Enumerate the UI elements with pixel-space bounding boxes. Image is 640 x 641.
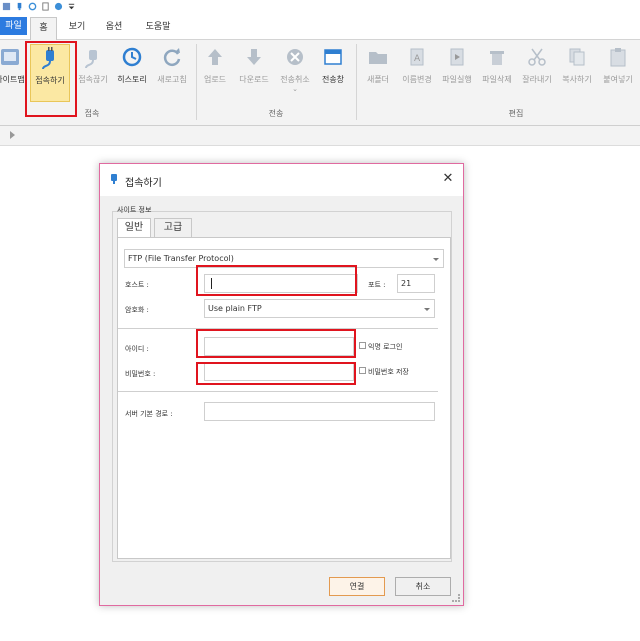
cancel-transfer-label: 전송취소 [280, 75, 310, 84]
site-info-group-label: 사이트 정보 [117, 206, 152, 214]
site-map-button[interactable]: 사이트맵 [0, 44, 26, 102]
cancel-button[interactable]: 취소 [395, 577, 451, 596]
run-file-icon [450, 48, 464, 66]
highlight-password-input [196, 362, 356, 385]
run-file-button[interactable]: 파일실행 [438, 44, 476, 102]
copy-icon [569, 48, 585, 66]
download-label: 다운로드 [239, 75, 269, 84]
encryption-value: Use plain FTP [208, 304, 262, 313]
encryption-label: 암호화 : [125, 306, 149, 314]
port-input[interactable]: 21 [397, 274, 435, 293]
password-label: 비밀번호 : [125, 370, 156, 378]
svg-text:A: A [414, 54, 421, 64]
copy-button[interactable]: 복사하기 [558, 44, 596, 102]
new-folder-label: 새폴더 [366, 75, 390, 84]
download-button[interactable]: 다운로드 [234, 44, 274, 102]
save-password-checkbox[interactable] [359, 367, 366, 374]
expand-arrow-icon[interactable] [10, 131, 15, 139]
group-label-edit: 편집 [508, 109, 524, 118]
history-button[interactable]: 히스토리 [112, 44, 152, 102]
host-label: 호스트 : [125, 281, 149, 289]
group-separator [356, 44, 357, 120]
rename-label: 이름변경 [402, 75, 432, 84]
paste-label: 붙여넣기 [603, 75, 633, 84]
cancel-transfer-button[interactable]: 전송취소 ⌄ [276, 44, 314, 102]
group-label-transfer: 전송 [268, 109, 284, 118]
app-icon[interactable] [2, 2, 11, 11]
tab-help[interactable]: 도움말 [140, 17, 176, 40]
port-value: 21 [401, 279, 412, 288]
clock-icon [122, 47, 142, 67]
transfer-window-label: 전송창 [321, 75, 345, 84]
arrow-down-icon [247, 49, 261, 65]
unplug-icon [85, 50, 97, 68]
connect-ok-button[interactable]: 연결 [329, 577, 385, 596]
new-folder-button[interactable]: 새폴더 [362, 44, 394, 102]
delete-file-button[interactable]: 파일삭제 [478, 44, 516, 102]
rename-icon: A [410, 48, 424, 66]
chevron-down-icon: ⌄ [292, 85, 298, 93]
rename-button[interactable]: A 이름변경 [398, 44, 436, 102]
path-bar [0, 126, 640, 146]
dropdown-icon[interactable] [67, 2, 76, 11]
highlight-connect-button [25, 41, 77, 117]
port-label: 포트 : [368, 281, 386, 289]
disconnect-button[interactable]: 접속끊기 [74, 44, 112, 102]
upload-label: 업로드 [203, 75, 227, 84]
file-icon[interactable] [41, 2, 50, 11]
refresh-button[interactable]: 새로고침 [152, 44, 192, 102]
upload-button[interactable]: 업로드 [198, 44, 232, 102]
dialog-title: 접속하기 [125, 178, 162, 189]
save-password-label: 비밀번호 저장 [368, 368, 409, 376]
anonymous-login-checkbox[interactable] [359, 342, 366, 349]
group-label-connect: 접속 [84, 109, 100, 118]
scissors-icon [528, 48, 546, 66]
tab-home[interactable]: 홈 [30, 17, 57, 41]
connect-icon[interactable] [15, 2, 24, 11]
globe-icon[interactable] [54, 2, 63, 11]
cut-label: 잘라내기 [522, 75, 552, 84]
site-map-icon [1, 49, 19, 65]
quick-access-toolbar [0, 0, 640, 13]
transfer-window-button[interactable]: 전송창 [316, 44, 350, 102]
tab-advanced[interactable]: 고급 [154, 218, 192, 237]
cut-button[interactable]: 잘라내기 [518, 44, 556, 102]
site-map-label: 사이트맵 [0, 75, 25, 84]
server-path-input[interactable] [204, 402, 435, 421]
folder-icon [369, 52, 387, 64]
tab-file[interactable]: 파일 [0, 17, 27, 35]
paste-button[interactable]: 붙여넣기 [598, 44, 638, 102]
id-label: 아이디 : [125, 345, 149, 353]
dialog-titlebar: 접속하기 ✕ [100, 164, 463, 196]
highlight-id-input [196, 329, 356, 358]
tab-view[interactable]: 보기 [64, 17, 90, 40]
encryption-select[interactable]: Use plain FTP [204, 299, 435, 318]
ribbon-tab-bar: 파일 홈 보기 옵션 도움말 [0, 13, 640, 41]
cancel-icon [287, 49, 303, 65]
divider [118, 391, 438, 392]
tab-options[interactable]: 옵션 [100, 17, 128, 40]
delete-file-label: 파일삭제 [482, 75, 512, 84]
close-button[interactable]: ✕ [441, 172, 455, 186]
group-separator [196, 44, 197, 120]
copy-label: 복사하기 [562, 75, 592, 84]
history-label: 히스토리 [117, 75, 147, 84]
run-file-label: 파일실행 [442, 75, 472, 84]
plug-icon [111, 174, 117, 184]
anonymous-login-label: 익명 로그인 [368, 343, 403, 351]
server-path-label: 서버 기본 경로 : [125, 410, 173, 418]
resize-grip[interactable] [452, 594, 460, 602]
tab-general[interactable]: 일반 [117, 218, 151, 238]
transfer-window-icon [324, 49, 342, 65]
protocol-value: FTP (File Transfer Protocol) [128, 254, 234, 263]
refresh-icon[interactable] [28, 2, 37, 11]
paste-icon [610, 48, 626, 67]
highlight-host-input [196, 265, 357, 296]
arrow-up-icon [208, 49, 222, 65]
refresh-label: 새로고침 [157, 75, 187, 84]
ribbon: 사이트맵 접속하기 접속끊기 히스토리 새로고침 접속 업로드 다운로드 전송취… [0, 40, 640, 126]
trash-icon [490, 51, 504, 65]
refresh-icon [163, 48, 181, 66]
disconnect-label: 접속끊기 [78, 75, 108, 84]
